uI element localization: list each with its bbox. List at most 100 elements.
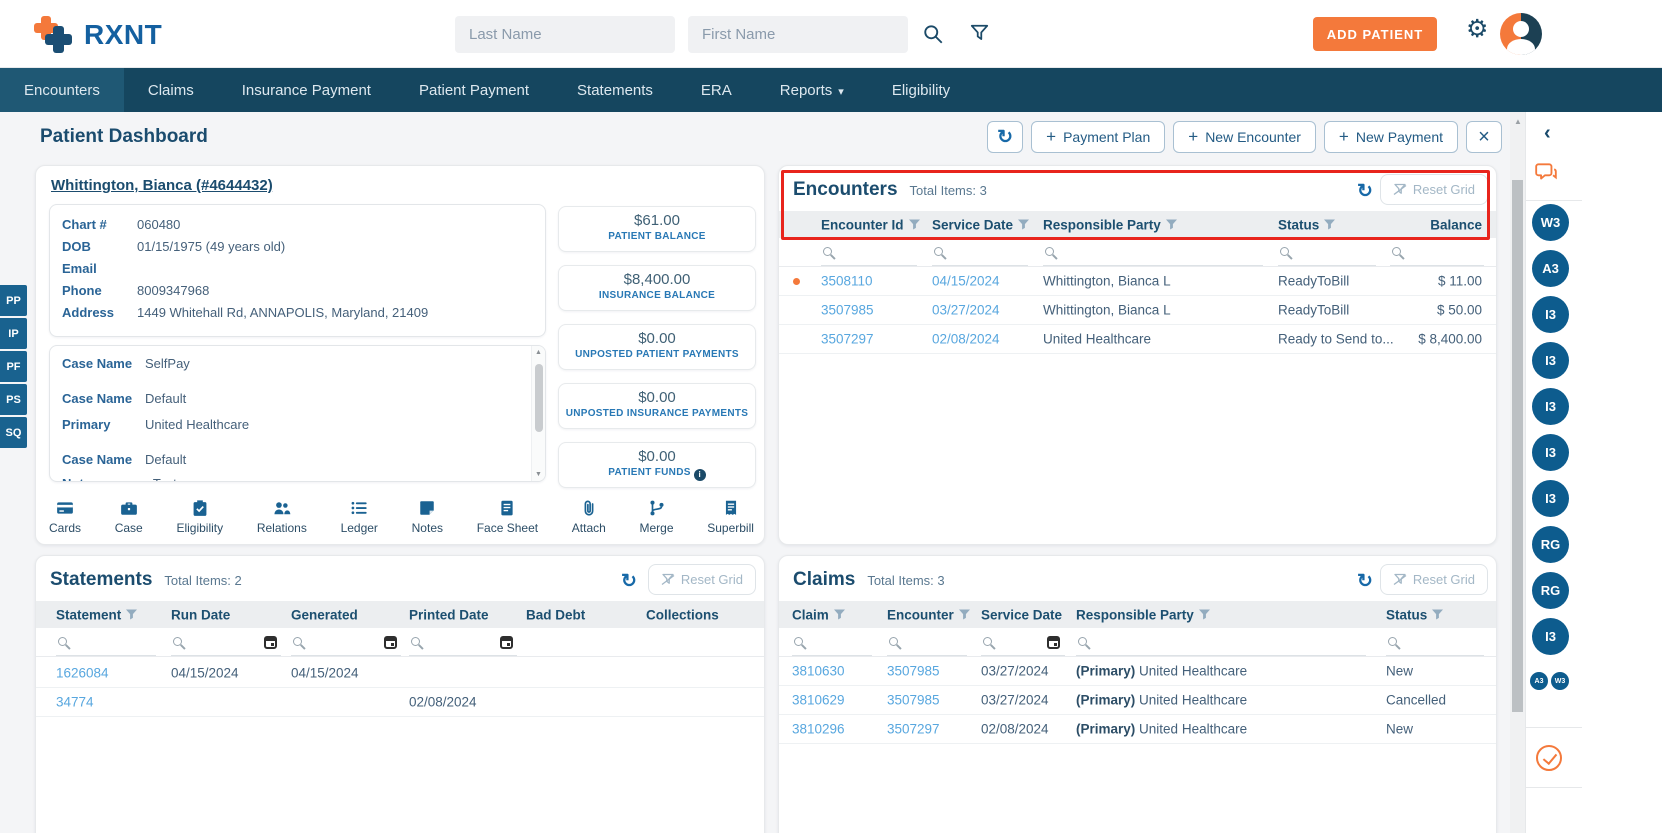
encounter-row[interactable]: 3507985 03/27/2024 Whittington, Bianca L…	[779, 296, 1496, 325]
refresh-grid-button[interactable]: ↻	[616, 568, 642, 594]
reset-grid-button[interactable]: Reset Grid	[1379, 564, 1488, 595]
magnifier-icon[interactable]	[1388, 637, 1397, 646]
scroll-up-icon[interactable]: ▲	[1514, 117, 1522, 126]
scrollbar-thumb[interactable]	[535, 364, 543, 432]
quick-action-face-sheet[interactable]: Face Sheet	[477, 499, 538, 535]
main-scrollbar[interactable]: ▲	[1510, 112, 1525, 833]
new-encounter-button[interactable]: + New Encounter	[1173, 121, 1316, 153]
left-tab-pp[interactable]: PP	[0, 285, 27, 316]
quick-action-relations[interactable]: Relations	[257, 499, 307, 535]
quick-action-superbill[interactable]: Superbill	[707, 499, 754, 535]
nav-item-patient-payment[interactable]: Patient Payment	[395, 68, 553, 112]
search-button[interactable]	[922, 24, 944, 46]
claim-row[interactable]: 3810629 3507985 03/27/2024 (Primary) Uni…	[779, 686, 1496, 715]
quick-action-case[interactable]: Case	[115, 499, 143, 535]
magnifier-icon[interactable]	[889, 637, 898, 646]
notification-badge[interactable]: I3	[1532, 618, 1569, 655]
payment-plan-button[interactable]: + Payment Plan	[1031, 121, 1166, 153]
notification-badge[interactable]: RG	[1532, 572, 1569, 609]
calendar-icon[interactable]	[500, 636, 513, 649]
nav-item-reports[interactable]: Reports ▾	[756, 68, 868, 112]
magnifier-icon[interactable]	[173, 637, 182, 646]
statement-row[interactable]: 34774 02/08/2024	[36, 688, 764, 717]
info-icon[interactable]: i	[693, 469, 706, 481]
magnifier-icon[interactable]	[1045, 247, 1054, 256]
user-avatar[interactable]	[1500, 13, 1542, 55]
quick-action-notes[interactable]: Notes	[412, 499, 443, 535]
service-date-link[interactable]: 02/08/2024	[932, 332, 1000, 347]
magnifier-icon[interactable]	[58, 637, 67, 646]
notification-badge[interactable]: I3	[1532, 296, 1569, 333]
quick-action-cards[interactable]: Cards	[49, 499, 81, 535]
claim-id-link[interactable]: 3810629	[792, 693, 845, 708]
statement-row[interactable]: 1626084 04/15/2024 04/15/2024	[36, 659, 764, 688]
notification-badge[interactable]: I3	[1532, 342, 1569, 379]
check-circle-icon[interactable]	[1536, 745, 1562, 771]
magnifier-icon[interactable]	[1280, 247, 1289, 256]
magnifier-icon[interactable]	[983, 637, 992, 646]
notification-badge[interactable]: RG	[1532, 526, 1569, 563]
encounter-id-link[interactable]: 3508110	[821, 274, 873, 289]
magnifier-icon[interactable]	[411, 637, 420, 646]
magnifier-icon[interactable]	[293, 637, 302, 646]
small-badge[interactable]: W3	[1551, 672, 1569, 690]
notification-badge[interactable]: W3	[1532, 204, 1569, 241]
encounter-id-link[interactable]: 3507297	[887, 722, 940, 737]
statement-id-link[interactable]: 34774	[56, 695, 94, 710]
last-name-input[interactable]	[455, 16, 675, 53]
reset-grid-button[interactable]: Reset Grid	[647, 564, 756, 595]
nav-item-claims[interactable]: Claims	[124, 68, 218, 112]
claim-row[interactable]: 3810296 3507297 02/08/2024 (Primary) Uni…	[779, 715, 1496, 744]
encounter-id-link[interactable]: 3507985	[887, 693, 940, 708]
nav-item-insurance-payment[interactable]: Insurance Payment	[218, 68, 395, 112]
refresh-grid-button[interactable]: ↻	[1352, 178, 1378, 204]
notification-badge[interactable]: I3	[1532, 480, 1569, 517]
magnifier-icon[interactable]	[794, 637, 803, 646]
small-badge[interactable]: A3	[1530, 672, 1548, 690]
encounter-id-link[interactable]: 3507985	[821, 303, 874, 318]
filter-funnel-icon[interactable]	[958, 609, 970, 620]
nav-item-eligibility[interactable]: Eligibility	[868, 68, 974, 112]
magnifier-icon[interactable]	[823, 247, 832, 256]
calendar-icon[interactable]	[264, 636, 277, 649]
filter-funnel-icon[interactable]	[1432, 609, 1444, 620]
filter-funnel-icon[interactable]	[1018, 219, 1030, 230]
new-payment-button[interactable]: + New Payment	[1323, 121, 1458, 153]
filter-funnel-icon[interactable]	[1165, 219, 1177, 230]
reset-grid-button[interactable]: Reset Grid	[1379, 174, 1488, 205]
refresh-grid-button[interactable]: ↻	[1352, 568, 1378, 594]
notification-badge[interactable]: I3	[1532, 388, 1569, 425]
first-name-input[interactable]	[688, 16, 908, 53]
filter-funnel-icon[interactable]	[126, 609, 138, 620]
claim-id-link[interactable]: 3810296	[792, 722, 845, 737]
add-patient-button[interactable]: ADD PATIENT	[1313, 17, 1437, 51]
quick-action-eligibility[interactable]: Eligibility	[176, 499, 223, 535]
left-tab-ip[interactable]: IP	[0, 318, 27, 349]
quick-action-merge[interactable]: Merge	[640, 499, 674, 535]
statement-id-link[interactable]: 1626084	[56, 666, 109, 681]
nav-item-statements[interactable]: Statements	[553, 68, 677, 112]
service-date-link[interactable]: 04/15/2024	[932, 274, 1000, 289]
cases-scrollbar[interactable]: ▲ ▼	[531, 346, 545, 481]
magnifier-icon[interactable]	[1078, 637, 1087, 646]
chat-icon[interactable]	[1534, 160, 1558, 187]
filter-funnel-icon[interactable]	[1324, 219, 1336, 230]
claim-row[interactable]: 3810630 3507985 03/27/2024 (Primary) Uni…	[779, 657, 1496, 686]
close-button[interactable]: ×	[1466, 121, 1502, 153]
collapse-chevron-icon[interactable]: ‹	[1544, 122, 1551, 145]
encounter-row[interactable]: 3508110 04/15/2024 Whittington, Bianca L…	[779, 267, 1496, 296]
settings-gear-icon[interactable]: ⚙	[1466, 17, 1488, 42]
filter-funnel-icon[interactable]	[908, 219, 920, 230]
encounter-row[interactable]: 3507297 02/08/2024 United Healthcare Rea…	[779, 325, 1496, 354]
refresh-button[interactable]: ↻	[987, 121, 1024, 153]
claim-id-link[interactable]: 3810630	[792, 664, 845, 679]
encounter-id-link[interactable]: 3507297	[821, 332, 874, 347]
quick-action-attach[interactable]: Attach	[572, 499, 606, 535]
encounter-id-link[interactable]: 3507985	[887, 664, 940, 679]
scroll-down-icon[interactable]: ▼	[535, 471, 542, 478]
left-tab-pf[interactable]: PF	[0, 351, 27, 382]
patient-name-link[interactable]: Whittington, Bianca (#4644432)	[51, 177, 273, 194]
quick-action-ledger[interactable]: Ledger	[341, 499, 378, 535]
notification-badge[interactable]: A3	[1532, 250, 1569, 287]
calendar-icon[interactable]	[1047, 636, 1060, 649]
